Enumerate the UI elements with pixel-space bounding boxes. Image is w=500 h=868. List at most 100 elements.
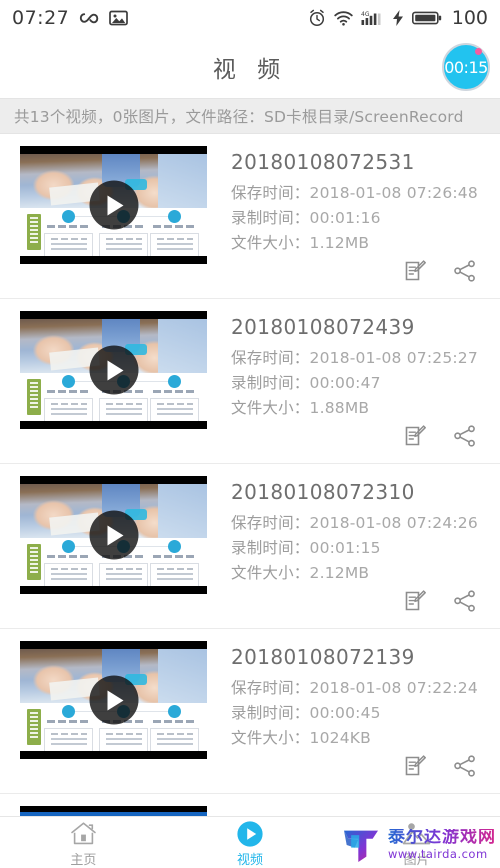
nav-label-video: 视频 <box>237 853 264 868</box>
saved-time-value: 2018-01-08 07:24:26 <box>309 514 478 532</box>
green-label <box>27 544 41 580</box>
video-file-size-row: 文件大小：1.88MB <box>231 396 500 421</box>
rename-icon[interactable] <box>402 423 428 449</box>
file-size-label: 文件大小： <box>231 234 310 252</box>
site-watermark: 泰尔达游戏网 www.tairda.com <box>340 828 496 862</box>
video-meta: 20180108072139 保存时间：2018-01-08 07:22:24 … <box>207 641 500 793</box>
saved-time-label: 保存时间： <box>231 514 310 532</box>
nav-item-video[interactable]: 视频 <box>167 820 334 868</box>
page-title: 视 频 <box>212 57 288 83</box>
title-bar-right[interactable]: 返 00:15 <box>442 43 490 91</box>
rename-icon[interactable] <box>402 753 428 779</box>
play-button[interactable] <box>89 510 138 560</box>
video-meta <box>207 806 500 816</box>
infinity-icon <box>78 11 100 25</box>
share-icon[interactable] <box>452 258 478 284</box>
video-list[interactable]: 20180108072531 保存时间：2018-01-08 07:26:48 … <box>0 134 500 816</box>
saved-time-value: 2018-01-08 07:25:27 <box>309 349 478 367</box>
screenshot-icon <box>109 10 129 26</box>
item-actions <box>402 258 478 284</box>
video-name: 20180108072531 <box>231 150 415 174</box>
saved-time-value: 2018-01-08 07:26:48 <box>309 184 478 202</box>
file-size-value: 1.88MB <box>309 399 370 417</box>
video-name: 20180108072139 <box>231 645 415 669</box>
green-label <box>27 214 41 250</box>
status-bar-left: 07:27 <box>12 7 129 29</box>
item-actions <box>402 423 478 449</box>
watermark-text: 泰尔达游戏网 www.tairda.com <box>388 829 496 861</box>
charging-bolt-icon <box>392 10 404 26</box>
watermark-site-name: 泰尔达游戏网 <box>388 827 496 848</box>
svg-text:4G: 4G <box>361 11 370 18</box>
video-saved-time-row: 保存时间：2018-01-08 07:24:26 <box>231 511 500 536</box>
recording-indicator-dot <box>475 48 482 55</box>
battery-icon <box>411 10 442 26</box>
video-list-item[interactable]: 20180108072310 保存时间：2018-01-08 07:24:26 … <box>0 464 500 629</box>
battery-percent: 100 <box>451 7 488 29</box>
record-time-value: 00:00:47 <box>309 374 381 392</box>
record-time-value: 00:01:16 <box>309 209 381 227</box>
video-meta: 20180108072439 保存时间：2018-01-08 07:25:27 … <box>207 311 500 463</box>
video-name: 20180108072310 <box>231 480 415 504</box>
info-bar: 共13个视频，0张图片，文件路径：SD卡根目录/ScreenRecord <box>0 98 500 134</box>
record-time-label: 录制时间： <box>231 539 310 557</box>
signal-4g-icon: 4G <box>361 10 385 26</box>
record-time-value: 00:00:45 <box>309 704 381 722</box>
video-list-item[interactable]: 20180108072139 保存时间：2018-01-08 07:22:24 … <box>0 629 500 794</box>
video-record-time-row: 录制时间：00:01:15 <box>231 536 500 561</box>
video-saved-time-row: 保存时间：2018-01-08 07:22:24 <box>231 676 500 701</box>
video-thumbnail[interactable] <box>20 806 207 816</box>
tairda-logo-icon <box>344 830 378 862</box>
nav-item-home[interactable]: 主页 <box>0 820 167 868</box>
video-record-time-row: 录制时间：00:01:16 <box>231 206 500 231</box>
file-size-label: 文件大小： <box>231 564 310 582</box>
nav-label-home: 主页 <box>70 853 97 868</box>
app-screen: 07:27 4G 100 视 频 00:15 共13个视频，0张图片，文件路径：… <box>0 0 500 868</box>
play-button[interactable] <box>89 675 138 725</box>
saved-time-label: 保存时间： <box>231 184 310 202</box>
play-button[interactable] <box>89 345 138 395</box>
info-bar-text: 共13个视频，0张图片，文件路径：SD卡根目录/ScreenRecord <box>14 108 464 126</box>
share-icon[interactable] <box>452 753 478 779</box>
video-saved-time-row: 保存时间：2018-01-08 07:26:48 <box>231 181 500 206</box>
wifi-icon <box>334 10 353 26</box>
green-label <box>27 379 41 415</box>
rename-icon[interactable] <box>402 588 428 614</box>
status-clock: 07:27 <box>12 7 70 29</box>
play-button[interactable] <box>89 180 138 230</box>
home-icon <box>70 820 97 847</box>
share-icon[interactable] <box>452 423 478 449</box>
video-list-item-partial[interactable] <box>0 794 500 816</box>
saved-time-value: 2018-01-08 07:22:24 <box>309 679 478 697</box>
share-icon[interactable] <box>452 588 478 614</box>
video-file-size-row: 文件大小：1.12MB <box>231 231 500 256</box>
saved-time-label: 保存时间： <box>231 679 310 697</box>
watermark-site-url: www.tairda.com <box>388 847 488 862</box>
video-record-time-row: 录制时间：00:00:45 <box>231 701 500 726</box>
status-bar: 07:27 4G 100 <box>0 0 500 36</box>
video-list-item[interactable]: 20180108072439 保存时间：2018-01-08 07:25:27 … <box>0 299 500 464</box>
record-time-value: 00:01:15 <box>309 539 381 557</box>
green-label <box>27 709 41 745</box>
recording-timer-badge[interactable]: 00:15 <box>442 43 490 91</box>
video-thumbnail[interactable] <box>20 311 207 429</box>
video-meta: 20180108072531 保存时间：2018-01-08 07:26:48 … <box>207 146 500 298</box>
file-size-value: 1.12MB <box>309 234 370 252</box>
file-size-value: 1024KB <box>309 729 371 747</box>
video-file-size-row: 文件大小：1024KB <box>231 726 500 751</box>
file-size-value: 2.12MB <box>309 564 370 582</box>
video-name: 20180108072439 <box>231 315 415 339</box>
rename-icon[interactable] <box>402 258 428 284</box>
video-thumbnail[interactable] <box>20 476 207 594</box>
video-list-item[interactable]: 20180108072531 保存时间：2018-01-08 07:26:48 … <box>0 134 500 299</box>
video-meta: 20180108072310 保存时间：2018-01-08 07:24:26 … <box>207 476 500 628</box>
video-file-size-row: 文件大小：2.12MB <box>231 561 500 586</box>
video-thumbnail[interactable] <box>20 641 207 759</box>
video-saved-time-row: 保存时间：2018-01-08 07:25:27 <box>231 346 500 371</box>
video-thumbnail[interactable] <box>20 146 207 264</box>
title-bar: 视 频 返 00:15 <box>0 36 500 98</box>
file-size-label: 文件大小： <box>231 399 310 417</box>
status-bar-right: 4G 100 <box>308 7 488 29</box>
saved-time-label: 保存时间： <box>231 349 310 367</box>
record-time-label: 录制时间： <box>231 209 310 227</box>
